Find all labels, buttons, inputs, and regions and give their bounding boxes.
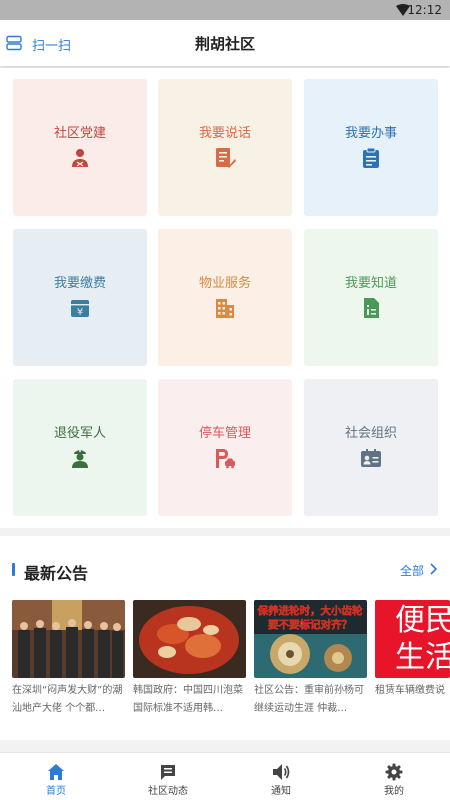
tile-label: 停车管理 [198,426,251,441]
banner-text: 保养进轮时，大小齿轮 [257,604,363,617]
app-header: 扫一扫 荆胡社区 [0,20,450,66]
tile-handle-affairs[interactable]: 我要办事 [304,79,438,216]
edit-document-icon [216,148,236,168]
gear-icon [385,763,403,781]
announcements-section: 最新公告 全部 在深圳“闷声发大财”的潮汕地产大佬 个个都… 韩国政府：中国四川… [0,536,450,740]
parking-icon [216,449,235,469]
announcement-text: 租赁车辆缴费说 [375,685,445,696]
announcement-thumbnail [133,600,246,678]
tile-label: 我要缴费 [53,276,106,291]
tile-social-organization[interactable]: 社会组织 [304,379,438,516]
info-document-icon [364,298,379,318]
announcement-text: 社区公告：重审前孙杨可继续运动生涯 仲裁… [254,685,364,714]
tab-label: 社区动态 [148,786,188,797]
id-card-icon [361,449,381,467]
tile-label: 我要办事 [344,126,397,141]
announcement-card[interactable]: 韩国政府：中国四川泡菜国际标准不适用韩… [133,600,246,720]
bottom-tab-bar: 首页 社区动态 通知 我的 [0,752,450,800]
tile-label: 我要说话 [198,126,251,141]
announcement-text: 在深圳“闷声发大财”的潮汕地产大佬 个个都… [12,685,123,714]
tile-party-building[interactable]: 社区党建 [13,79,147,216]
tab-notifications[interactable]: 通知 [225,753,337,800]
announcement-card[interactable]: 便民 生活 租赁车辆缴费说 [375,600,450,720]
payment-icon: ¥ [71,300,89,318]
soldier-icon [72,450,88,468]
tab-mine[interactable]: 我的 [338,753,450,800]
tile-property-service[interactable]: 物业服务 [158,229,292,366]
announcement-thumbnail: 便民 生活 [375,600,450,678]
tile-label: 退役军人 [53,426,106,441]
home-icon [48,764,64,780]
tab-label: 我的 [384,786,404,797]
chevron-right-icon[interactable] [428,562,438,576]
tile-label: 物业服务 [198,276,251,291]
tile-parking-management[interactable]: 停车管理 [158,379,292,516]
announcement-card[interactable]: 在深圳“闷声发大财”的潮汕地产大佬 个个都… [12,600,125,720]
section-accent-bar [12,563,15,576]
party-member-icon [72,149,88,167]
tile-want-to-know[interactable]: 我要知道 [304,229,438,366]
tab-label: 首页 [46,786,66,797]
tile-label: 社区党建 [53,126,106,141]
announcement-text: 韩国政府：中国四川泡菜国际标准不适用韩… [133,685,243,714]
service-grid: 社区党建 我要说话 我要办事 我要缴费 ¥ 物业服务 我要知道 退役军人 停车管… [0,68,450,528]
message-icon [161,765,175,780]
banner-text: 生活 [395,640,450,675]
tile-pay-fees[interactable]: 我要缴费 ¥ [13,229,147,366]
tile-label: 社会组织 [344,426,397,441]
view-all-link[interactable]: 全部 [400,562,424,579]
announcement-thumbnail: 保养进轮时，大小齿轮 要不要标记对齐？ [254,600,367,678]
clipboard-icon [363,147,379,168]
tab-home[interactable]: 首页 [0,753,112,800]
page-title: 荆胡社区 [194,35,255,53]
banner-text: 便民 [395,603,450,638]
banner-text: 要不要标记对齐？ [268,618,352,631]
section-title: 最新公告 [24,564,89,583]
announcement-thumbnail [12,600,125,678]
status-bar: 12:12 [0,0,450,20]
tile-label: 我要知道 [344,276,397,291]
tile-veterans[interactable]: 退役军人 [13,379,147,516]
announcement-card[interactable]: 保养进轮时，大小齿轮 要不要标记对齐？ 社区公告：重审前孙杨可继续运动生涯 仲裁… [254,600,367,720]
tab-label: 通知 [271,786,291,797]
status-time: 12:12 [407,3,442,17]
speaker-icon [273,764,290,780]
tab-community-news[interactable]: 社区动态 [112,753,224,800]
building-icon [216,299,234,318]
tile-speak-up[interactable]: 我要说话 [158,79,292,216]
svg-text:¥: ¥ [77,307,83,318]
